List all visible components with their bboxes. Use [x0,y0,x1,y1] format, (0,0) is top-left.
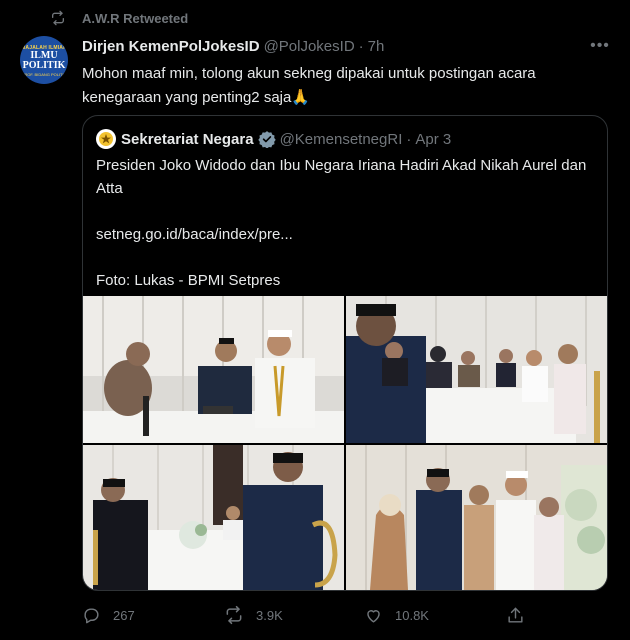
more-icon[interactable]: ••• [588,36,612,56]
tweet-actions: 267 3.9K 10.8K [82,600,532,630]
avatar-text-main-2: POLITIK [22,60,66,71]
header-separator: · [358,37,364,55]
like-count: 10.8K [395,607,429,623]
retweeted-by-label: A.W.R Retweeted [82,10,189,26]
avatar-text-main: ILMU POLITIK [20,51,68,71]
photo-4[interactable] [346,445,607,590]
share-icon [508,607,523,623]
reply-count: 267 [113,607,135,623]
retweet-button[interactable]: 3.9K [224,600,283,630]
reply-icon [84,607,99,623]
quote-text-line: Presiden Joko Widodo dan Ibu Negara Iria… [96,157,587,197]
photo-3[interactable] [83,445,344,590]
photo-1[interactable] [83,296,344,443]
quote-author-handle[interactable]: @KemensetnegRI [280,131,403,148]
quote-header: Sekretariat Negara @KemensetnegRI · Apr … [121,128,451,150]
reply-button[interactable]: 267 [82,600,135,630]
quote-time[interactable]: Apr 3 [415,131,451,148]
tweet-text: Mohon maaf min, tolong akun sekneg dipak… [82,65,536,106]
retweeted-by[interactable]: A.W.R Retweeted [50,9,188,27]
quote-link[interactable]: setneg.go.id/baca/index/pre... [96,223,596,246]
author-name[interactable]: Dirjen KemenPolJokesID [82,38,260,55]
quote-text: Presiden Joko Widodo dan Ibu Negara Iria… [96,154,596,292]
like-icon [367,609,380,623]
quote-author-name[interactable]: Sekretariat Negara [121,131,254,148]
retweet-icon [226,605,242,625]
verified-icon [257,130,276,148]
author-handle[interactable]: @PolJokesID [264,38,355,55]
photo-2[interactable] [346,296,607,443]
photo-grid [83,296,607,590]
share-button[interactable] [506,600,537,630]
quote-photo-credit: Foto: Lukas - BPMI Setpres [96,272,281,289]
quote-separator: · [406,130,412,148]
tweet-header: Dirjen KemenPolJokesID @PolJokesID · 7h [82,36,384,56]
like-button[interactable]: 10.8K [364,600,429,630]
author-avatar[interactable]: MAJALAH ILMIAH ILMU POLITIK PROF. BIDANG… [20,36,68,84]
garuda-emblem-icon [99,132,113,146]
retweet-icon [52,10,64,26]
retweet-count: 3.9K [256,607,283,623]
quote-author-avatar[interactable] [96,129,116,149]
tweet-time[interactable]: 7h [368,38,385,55]
avatar-text-bottom: PROF. BIDANG POLITIK [21,72,67,77]
quoted-tweet[interactable]: Sekretariat Negara @KemensetnegRI · Apr … [82,115,608,591]
